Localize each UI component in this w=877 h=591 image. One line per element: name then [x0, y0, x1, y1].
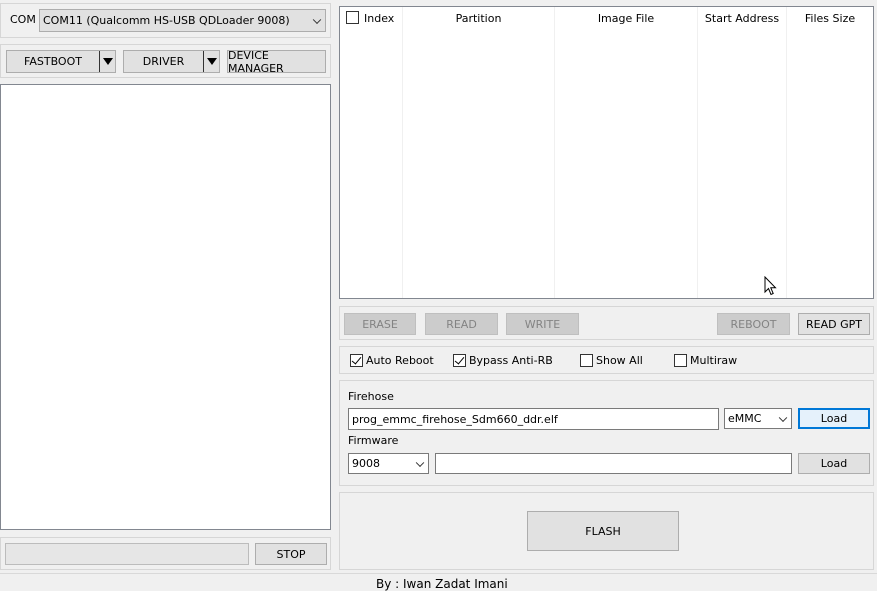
column-index[interactable]: Index	[364, 7, 396, 29]
firmware-load-button[interactable]: Load	[798, 453, 870, 474]
tools-group: FASTBOOT DRIVER DEVICE MANAGER	[0, 44, 331, 78]
dropdown-arrow-icon	[102, 58, 113, 65]
chevron-down-icon	[415, 458, 425, 467]
flash-button[interactable]: FLASH	[527, 511, 679, 551]
firmware-mode-value: 9008	[352, 457, 380, 470]
driver-label: DRIVER	[142, 55, 185, 68]
chevron-down-icon	[312, 15, 322, 24]
loader-group: Firehose prog_emmc_firehose_Sdm660_ddr.e…	[339, 380, 874, 486]
firmware-mode-select[interactable]: 9008	[348, 453, 429, 474]
reboot-button[interactable]: REBOOT	[717, 313, 790, 335]
com-port-select[interactable]: COM11 (Qualcomm HS-USB QDLoader 9008)	[39, 9, 326, 32]
com-group: COM COM11 (Qualcomm HS-USB QDLoader 9008…	[0, 3, 331, 38]
firehose-file-input[interactable]: prog_emmc_firehose_Sdm660_ddr.elf	[348, 408, 719, 430]
auto-reboot-checkbox[interactable]	[350, 354, 363, 367]
firmware-path-input[interactable]	[435, 453, 792, 474]
device-manager-button[interactable]: DEVICE MANAGER	[227, 49, 326, 75]
driver-dropdown[interactable]	[203, 51, 219, 72]
column-divider	[786, 7, 787, 298]
column-files-size[interactable]: Files Size	[787, 7, 873, 29]
column-start-address[interactable]: Start Address	[698, 7, 786, 29]
show-all-label[interactable]: Show All	[596, 354, 643, 367]
fastboot-button[interactable]: FASTBOOT	[6, 50, 116, 73]
chevron-down-icon	[778, 413, 788, 422]
column-divider	[402, 7, 403, 298]
fastboot-label: FASTBOOT	[24, 55, 82, 68]
write-button[interactable]: WRITE	[506, 313, 579, 335]
erase-button[interactable]: ERASE	[344, 313, 416, 335]
flash-group: FLASH	[339, 492, 874, 570]
footer-divider	[0, 573, 877, 574]
dropdown-arrow-icon	[206, 58, 217, 65]
read-button[interactable]: READ	[425, 313, 498, 335]
progress-bar	[5, 543, 249, 565]
multiraw-label[interactable]: Multiraw	[690, 354, 737, 367]
options-group: Auto Reboot Bypass Anti-RB Show All Mult…	[339, 346, 874, 374]
multiraw-checkbox[interactable]	[674, 354, 687, 367]
select-all-checkbox[interactable]	[346, 11, 359, 24]
firehose-label: Firehose	[348, 390, 394, 403]
storage-type-value: eMMC	[728, 412, 762, 425]
fastboot-dropdown[interactable]	[99, 51, 115, 72]
column-partition[interactable]: Partition	[403, 7, 554, 29]
com-port-value: COM11 (Qualcomm HS-USB QDLoader 9008)	[43, 14, 290, 27]
firehose-load-button[interactable]: Load	[798, 408, 870, 429]
auto-reboot-label[interactable]: Auto Reboot	[366, 354, 434, 367]
column-divider	[697, 7, 698, 298]
partition-table[interactable]: Index Partition Image File Start Address…	[339, 6, 874, 299]
progress-group: STOP	[0, 537, 331, 570]
bypass-anti-rb-label[interactable]: Bypass Anti-RB	[469, 354, 553, 367]
log-area[interactable]	[0, 84, 331, 530]
stop-button[interactable]: STOP	[255, 543, 327, 565]
mouse-cursor-icon	[764, 276, 777, 296]
actions-group: ERASE READ WRITE REBOOT READ GPT	[339, 306, 874, 340]
com-label: COM	[10, 13, 36, 26]
read-gpt-button[interactable]: READ GPT	[798, 313, 870, 335]
column-image-file[interactable]: Image File	[555, 7, 697, 29]
firehose-file-value: prog_emmc_firehose_Sdm660_ddr.elf	[352, 412, 558, 426]
firmware-label: Firmware	[348, 434, 399, 447]
footer-credit: By : Iwan Zadat Imani	[376, 577, 508, 591]
storage-type-select[interactable]: eMMC	[724, 408, 792, 429]
driver-button[interactable]: DRIVER	[123, 50, 220, 73]
bypass-anti-rb-checkbox[interactable]	[453, 354, 466, 367]
show-all-checkbox[interactable]	[580, 354, 593, 367]
column-divider	[554, 7, 555, 298]
